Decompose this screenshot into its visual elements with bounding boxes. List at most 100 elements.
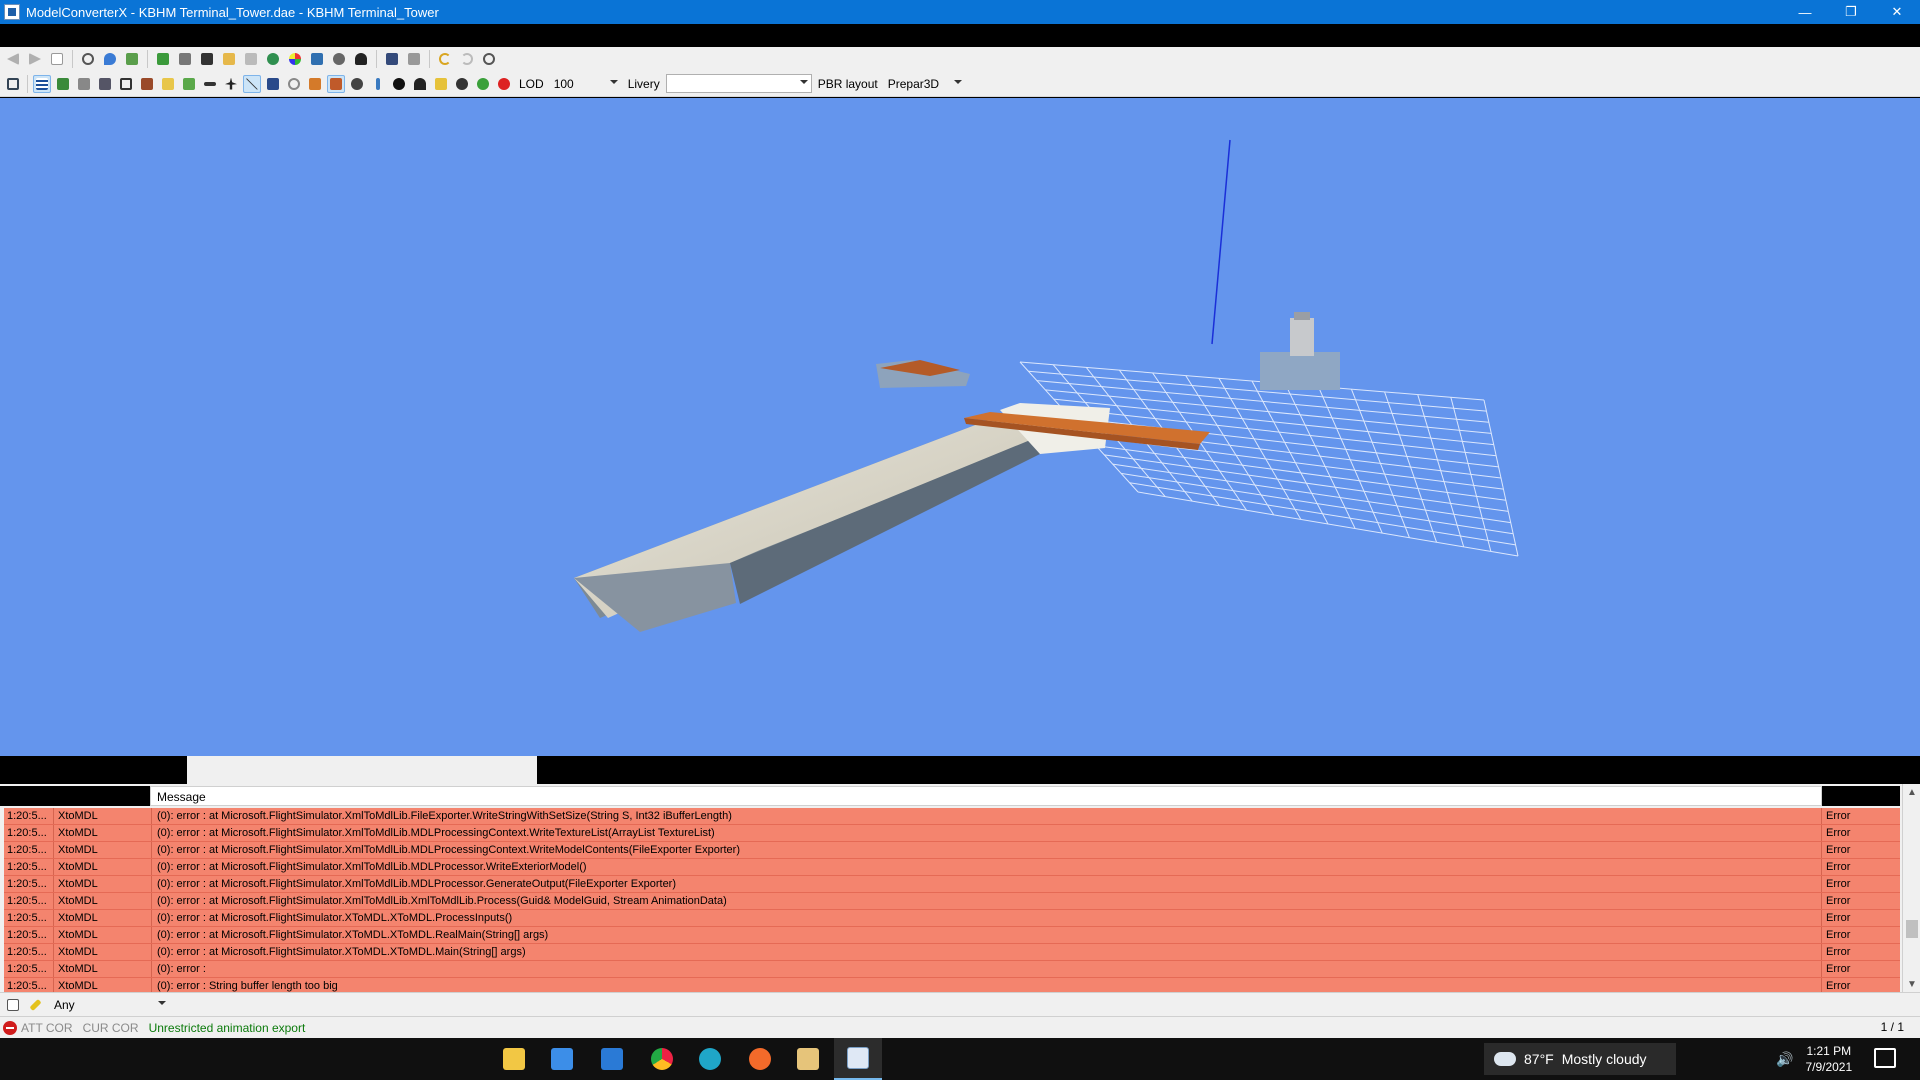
firefox-icon[interactable] bbox=[736, 1038, 784, 1080]
log-tab[interactable] bbox=[187, 756, 537, 784]
pin-icon[interactable] bbox=[101, 50, 119, 68]
edge-icon[interactable] bbox=[686, 1038, 734, 1080]
eye-icon[interactable] bbox=[453, 75, 471, 93]
zoom-icon[interactable] bbox=[79, 50, 97, 68]
log-scrollbar[interactable]: ▲ ▼ bbox=[1902, 784, 1920, 992]
lighting-icon[interactable] bbox=[285, 75, 303, 93]
table-row[interactable]: 1:20:5... XtoMDL (0): error : at Microsoft… bbox=[4, 944, 1900, 961]
hierarchy-icon[interactable] bbox=[123, 50, 141, 68]
clock[interactable]: 1:21 PM 7/9/2021 bbox=[1805, 1043, 1852, 1075]
fit-view-icon[interactable] bbox=[4, 75, 22, 93]
undo-icon[interactable] bbox=[436, 50, 454, 68]
pbr-layout-value: Prepar3D bbox=[887, 76, 940, 91]
runway-icon[interactable] bbox=[201, 75, 219, 93]
scrollbar-thumb[interactable] bbox=[1906, 920, 1918, 938]
log-source-cell: XtoMDL bbox=[54, 842, 152, 858]
error-icon[interactable] bbox=[3, 1020, 17, 1035]
film-icon[interactable] bbox=[198, 50, 216, 68]
table-row[interactable]: 1:20:5... XtoMDL (0): error : at Microsoft… bbox=[4, 825, 1900, 842]
table-row[interactable]: 1:20:5... XtoMDL (0): error : at Microsoft… bbox=[4, 876, 1900, 893]
message-column-header[interactable]: Message bbox=[150, 786, 1822, 806]
image-icon[interactable] bbox=[220, 50, 238, 68]
magnify-icon[interactable] bbox=[176, 50, 194, 68]
scroll-up-icon[interactable]: ▲ bbox=[1903, 784, 1920, 800]
link-icon[interactable] bbox=[330, 50, 348, 68]
log-message-cell: (0): error : at Microsoft.FlightSimulato… bbox=[152, 893, 1822, 909]
filter-value: Any bbox=[54, 997, 75, 1012]
mail-icon[interactable] bbox=[588, 1038, 636, 1080]
table-row[interactable]: 1:20:5... XtoMDL (0): error : at Microsoft… bbox=[4, 808, 1900, 825]
livery-select[interactable] bbox=[665, 74, 812, 93]
vertex-icon[interactable] bbox=[243, 74, 261, 93]
export-icon[interactable] bbox=[154, 50, 172, 68]
pbr-layout-select[interactable]: Prepar3D bbox=[884, 74, 966, 93]
close-button[interactable]: ✕ bbox=[1874, 0, 1920, 24]
volume-icon[interactable]: 🔊 bbox=[1776, 1051, 1793, 1068]
store-icon[interactable] bbox=[538, 1038, 586, 1080]
lod-select[interactable]: 100 bbox=[550, 74, 622, 93]
table-row[interactable]: 1:20:5... XtoMDL (0): error : at Microsoft… bbox=[4, 859, 1900, 876]
settings-icon[interactable] bbox=[480, 50, 498, 68]
hat-icon[interactable] bbox=[411, 75, 429, 93]
table-row[interactable]: 1:20:5... XtoMDL (0): error : at Microsoft… bbox=[4, 842, 1900, 859]
airplane-icon[interactable] bbox=[222, 75, 240, 93]
measure-icon[interactable] bbox=[75, 75, 93, 93]
minimize-button[interactable]: — bbox=[1782, 0, 1828, 24]
redo-icon[interactable] bbox=[458, 50, 476, 68]
back-icon[interactable] bbox=[4, 50, 22, 68]
ball-icon[interactable] bbox=[390, 75, 408, 93]
monitor-icon[interactable] bbox=[383, 50, 401, 68]
edit-note-icon[interactable] bbox=[4, 996, 22, 1014]
texture-icon[interactable] bbox=[138, 75, 156, 93]
restore-button[interactable]: ❐ bbox=[1828, 0, 1874, 24]
folder-icon[interactable] bbox=[784, 1038, 832, 1080]
log-message-cell: (0): error : at Microsoft.FlightSimulato… bbox=[152, 876, 1822, 892]
wireframe-icon[interactable] bbox=[117, 75, 135, 93]
list-icon[interactable] bbox=[405, 50, 423, 68]
windows-icon[interactable] bbox=[308, 50, 326, 68]
globe-icon[interactable] bbox=[264, 50, 282, 68]
person-icon[interactable] bbox=[352, 50, 370, 68]
3d-viewport[interactable] bbox=[0, 98, 1920, 756]
filter-select[interactable]: Any bbox=[50, 995, 170, 1014]
table-row[interactable]: 1:20:5... XtoMDL (0): error : String buffe… bbox=[4, 978, 1900, 992]
log-source-cell: XtoMDL bbox=[54, 910, 152, 926]
log-message-cell: (0): error : at Microsoft.FlightSimulato… bbox=[152, 808, 1822, 824]
colors-icon[interactable] bbox=[286, 50, 304, 68]
table-row[interactable]: 1:20:5... XtoMDL (0): error : at Microsoft… bbox=[4, 910, 1900, 927]
document-icon[interactable] bbox=[48, 50, 66, 68]
table-row[interactable]: 1:20:5... XtoMDL (0): error : at Microsoft… bbox=[4, 927, 1900, 944]
scroll-down-icon[interactable]: ▼ bbox=[1903, 976, 1920, 992]
log-rows: 1:20:5... XtoMDL (0): error : at Microsoft… bbox=[4, 808, 1900, 992]
table-row[interactable]: 1:20:5... XtoMDL (0): error : at Microsoft… bbox=[4, 893, 1900, 910]
grid-toggle-icon[interactable] bbox=[33, 74, 51, 93]
log-time-cell: 1:20:5... bbox=[4, 893, 54, 909]
modelconverterx-taskbar-icon[interactable] bbox=[834, 1038, 882, 1080]
forward-icon[interactable] bbox=[26, 50, 44, 68]
bones-icon[interactable] bbox=[96, 75, 114, 93]
axis-icon[interactable] bbox=[54, 75, 72, 93]
table-row[interactable]: 1:20:5... XtoMDL (0): error : Error bbox=[4, 961, 1900, 978]
light-rays-icon[interactable] bbox=[432, 75, 450, 93]
grid-icon[interactable] bbox=[242, 50, 260, 68]
shading-icon[interactable] bbox=[327, 74, 345, 93]
material-icon[interactable] bbox=[306, 75, 324, 93]
sphere-icon[interactable] bbox=[348, 75, 366, 93]
weather-widget[interactable]: 87°F Mostly cloudy bbox=[1484, 1043, 1676, 1075]
shadow-icon[interactable] bbox=[159, 75, 177, 93]
log-source-cell: XtoMDL bbox=[54, 978, 152, 992]
lod-label: LOD bbox=[519, 76, 544, 91]
normals-icon[interactable] bbox=[369, 75, 387, 93]
refresh-icon[interactable] bbox=[474, 75, 492, 93]
ground-icon[interactable] bbox=[180, 75, 198, 93]
notification-icon[interactable] bbox=[1874, 1048, 1896, 1068]
att-cor-indicator: ATT COR bbox=[21, 1020, 73, 1035]
file-explorer-icon[interactable] bbox=[490, 1038, 538, 1080]
chrome-icon[interactable] bbox=[638, 1038, 686, 1080]
camera-icon[interactable] bbox=[264, 75, 282, 93]
tomato-icon[interactable] bbox=[495, 75, 513, 93]
separator bbox=[72, 50, 73, 68]
separator bbox=[147, 50, 148, 68]
log-source-cell: XtoMDL bbox=[54, 893, 152, 909]
highlighter-icon[interactable] bbox=[26, 996, 44, 1014]
